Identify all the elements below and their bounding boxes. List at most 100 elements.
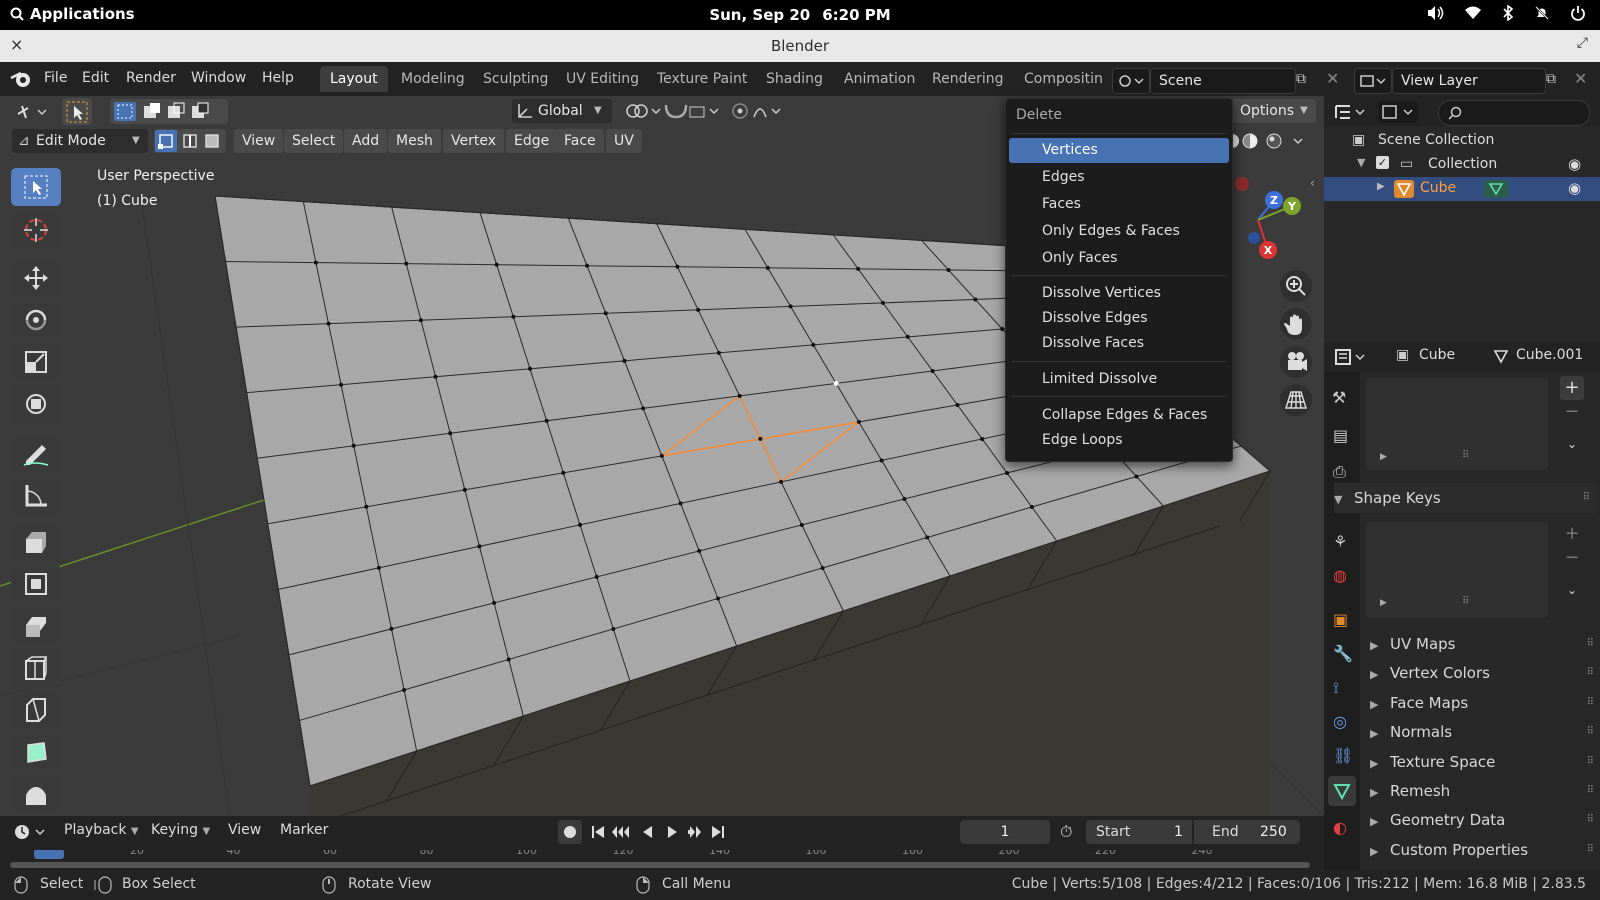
- tab-uv-editing[interactable]: UV Editing: [556, 66, 649, 92]
- panel-drag-handle[interactable]: ⠿: [1587, 629, 1594, 659]
- remove-vertex-group-button[interactable]: −: [1560, 400, 1584, 424]
- options-dropdown[interactable]: Options ▼: [1232, 99, 1316, 123]
- list-resize-handle[interactable]: ⠿: [1462, 450, 1469, 461]
- play-reverse-icon[interactable]: [643, 826, 652, 838]
- render-tab-icon[interactable]: ▤: [1333, 426, 1348, 445]
- panel-drag-handle[interactable]: ⠿: [1583, 483, 1590, 513]
- navigation-gizmo[interactable]: Z Y X: [1222, 172, 1306, 262]
- timeline-marker-menu[interactable]: Marker: [280, 822, 328, 838]
- geometry-data-panel-header[interactable]: ▶ Geometry Data ⠿: [1370, 805, 1600, 835]
- delete-view-layer-icon[interactable]: ✕: [1574, 69, 1587, 88]
- eye-icon[interactable]: ◉: [1568, 179, 1581, 197]
- shape-list-expand-icon[interactable]: ▶: [1380, 598, 1387, 608]
- menu-file[interactable]: File: [44, 70, 67, 86]
- wifi-icon[interactable]: [1464, 6, 1482, 20]
- viewport-shading-buttons[interactable]: [1225, 130, 1316, 152]
- tab-sculpting[interactable]: Sculpting: [473, 66, 558, 92]
- normals-panel-header[interactable]: ▶ Normals ⠿: [1370, 717, 1600, 747]
- tool-loop-cut[interactable]: [11, 649, 61, 687]
- vertex-groups-list[interactable]: ▶ ⠿: [1366, 378, 1548, 470]
- power-icon[interactable]: [1570, 5, 1586, 21]
- delete-only-edges-faces-item[interactable]: Only Edges & Faces: [1009, 219, 1229, 244]
- panel-drag-handle[interactable]: ⠿: [1587, 747, 1594, 777]
- selection-mode-buttons[interactable]: [110, 99, 228, 124]
- scene-name-field[interactable]: Scene: [1150, 68, 1296, 94]
- collapse-edges-faces-item[interactable]: Collapse Edges & Faces: [1009, 403, 1229, 428]
- end-frame-field[interactable]: End 250: [1194, 820, 1300, 844]
- view-layer-name-field[interactable]: View Layer: [1392, 68, 1546, 94]
- panel-drag-handle[interactable]: ⠿: [1587, 658, 1594, 688]
- outliner-row-collection[interactable]: ▼ ✓ ▭ Collection ◉: [1324, 153, 1600, 177]
- timeline-editor-type-button[interactable]: [12, 820, 50, 844]
- header-menu-uv[interactable]: UV: [606, 129, 642, 153]
- tool-inset[interactable]: [11, 565, 61, 603]
- delete-faces-item[interactable]: Faces: [1009, 192, 1229, 217]
- tab-compositing[interactable]: Compositin: [1014, 66, 1113, 92]
- header-menu-select[interactable]: Select: [284, 129, 344, 153]
- tool-bevel[interactable]: [11, 607, 61, 645]
- mesh-data-tab[interactable]: [1328, 776, 1356, 806]
- tab-texture-paint[interactable]: Texture Paint: [647, 66, 757, 92]
- delete-vertices-item[interactable]: Vertices: [1009, 138, 1229, 163]
- cube-expand-icon[interactable]: ▶: [1377, 181, 1385, 192]
- collection-checkbox[interactable]: ✓: [1376, 156, 1389, 169]
- material-tab-icon[interactable]: ◐: [1333, 818, 1347, 837]
- tool-transform[interactable]: [11, 385, 61, 423]
- header-menu-add[interactable]: Add: [344, 129, 388, 153]
- tool-annotate[interactable]: [11, 435, 61, 473]
- current-frame-field[interactable]: 1: [960, 820, 1050, 844]
- shape-key-specials-button[interactable]: ⌄: [1560, 578, 1584, 602]
- properties-editor-type-button[interactable]: [1334, 346, 1370, 368]
- playback-controls[interactable]: [590, 820, 740, 844]
- delete-scene-icon[interactable]: ✕: [1326, 69, 1339, 88]
- tool-measure[interactable]: [11, 477, 61, 515]
- collection-expand-icon[interactable]: ▼: [1357, 156, 1365, 169]
- jump-end-icon[interactable]: [712, 826, 724, 838]
- display-mode-dropdown[interactable]: [1378, 101, 1418, 123]
- panel-drag-handle[interactable]: ⠿: [1587, 717, 1594, 747]
- next-keyframe-icon[interactable]: [688, 826, 701, 838]
- constraints-tab-icon[interactable]: ⛓: [1333, 746, 1353, 765]
- object-tab-icon[interactable]: ▣: [1333, 610, 1348, 629]
- tool-extrude[interactable]: [11, 523, 61, 561]
- start-frame-field[interactable]: Start 1: [1086, 820, 1192, 844]
- world-tab-icon[interactable]: ◍: [1333, 566, 1347, 585]
- outliner-search-input[interactable]: [1438, 100, 1590, 126]
- volume-icon[interactable]: [1426, 5, 1444, 21]
- menu-window[interactable]: Window: [191, 70, 246, 86]
- keying-menu[interactable]: Keying ▼: [151, 822, 210, 838]
- outliner-editor-type-button[interactable]: [1334, 101, 1370, 123]
- tab-rendering[interactable]: Rendering: [922, 66, 1014, 92]
- uv-maps-panel-header[interactable]: ▶ UV Maps ⠿: [1370, 629, 1600, 659]
- timeline-view-menu[interactable]: View: [228, 822, 261, 838]
- custom-properties-panel-header[interactable]: ▶ Custom Properties ⠿: [1370, 835, 1600, 861]
- remove-shape-key-button[interactable]: −: [1560, 546, 1584, 570]
- delete-edges-item[interactable]: Edges: [1009, 165, 1229, 190]
- tool-rotate[interactable]: [11, 301, 61, 339]
- tool-select-box[interactable]: [11, 168, 61, 206]
- prev-keyframe-icon[interactable]: [612, 826, 629, 838]
- tab-animation[interactable]: Animation: [834, 66, 925, 92]
- tab-shading[interactable]: Shading: [756, 66, 833, 92]
- scene-tab-icon[interactable]: ⚘: [1333, 532, 1347, 551]
- tool-cursor[interactable]: [11, 211, 61, 249]
- panel-drag-handle[interactable]: ⠿: [1587, 835, 1594, 861]
- camera-view-button[interactable]: [1280, 346, 1312, 378]
- dissolve-vertices-item[interactable]: Dissolve Vertices: [1009, 281, 1229, 306]
- delete-only-faces-item[interactable]: Only Faces: [1009, 246, 1229, 271]
- select-tool-button[interactable]: [62, 98, 92, 125]
- blender-logo-icon[interactable]: [10, 69, 32, 89]
- system-tray[interactable]: [1426, 5, 1586, 21]
- list-expand-icon[interactable]: ▶: [1380, 452, 1387, 462]
- bluetooth-icon[interactable]: [1502, 5, 1514, 21]
- zoom-button[interactable]: [1280, 270, 1312, 302]
- outliner-row-scene-collection[interactable]: ▣ Scene Collection: [1324, 129, 1600, 153]
- remesh-panel-header[interactable]: ▶ Remesh ⠿: [1370, 776, 1600, 806]
- panel-drag-handle[interactable]: ⠿: [1587, 688, 1594, 718]
- outliner-row-cube[interactable]: ▶ Cube ◉: [1324, 177, 1600, 201]
- mesh-select-mode-buttons[interactable]: [154, 129, 226, 153]
- dissolve-faces-item[interactable]: Dissolve Faces: [1009, 331, 1229, 356]
- stopwatch-icon[interactable]: ⏱: [1060, 822, 1072, 842]
- tool-settings-tab-icon[interactable]: ⚒: [1332, 388, 1346, 407]
- pan-button[interactable]: [1280, 308, 1312, 340]
